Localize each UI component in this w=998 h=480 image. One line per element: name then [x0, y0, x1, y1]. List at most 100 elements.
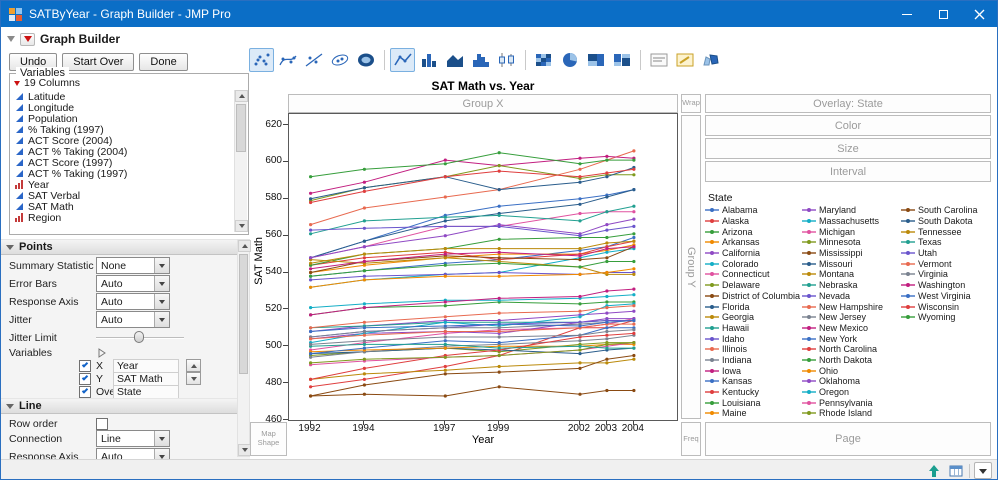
red-triangle-menu[interactable] [20, 33, 35, 46]
legend-item[interactable]: Arizona [705, 226, 800, 237]
close-button[interactable] [961, 1, 997, 27]
panel-scrollbar[interactable] [237, 239, 250, 457]
plot-area[interactable] [288, 113, 678, 421]
legend-item[interactable]: South Dakota [901, 216, 978, 227]
variable-item[interactable]: ACT Score (2004) [12, 135, 232, 146]
legend-item[interactable]: Pennsylvania [802, 397, 883, 408]
start-over-button[interactable]: Start Over [62, 53, 134, 71]
scroll-down-icon[interactable] [235, 220, 248, 232]
legend-item[interactable]: Washington [901, 280, 978, 291]
legend-item[interactable]: Georgia [705, 312, 800, 323]
group-x-zone[interactable]: Group X [288, 94, 678, 113]
line-icon[interactable] [390, 48, 415, 72]
overlay-zone[interactable]: Overlay: State [705, 94, 991, 113]
connection-dropdown[interactable]: Line [96, 430, 170, 447]
wrap-zone[interactable]: Wrap [681, 94, 701, 113]
caption-box-icon[interactable] [646, 48, 671, 72]
scrollbar-thumb[interactable] [239, 254, 248, 374]
area-icon[interactable] [442, 48, 467, 72]
legend-item[interactable]: Delaware [705, 280, 800, 291]
dropdown-button[interactable] [154, 276, 169, 291]
legend-item[interactable]: Florida [705, 301, 800, 312]
dropdown-button[interactable] [154, 258, 169, 273]
legend-item[interactable]: Alaska [705, 216, 800, 227]
freq-zone[interactable]: Freq [681, 422, 701, 456]
variable-item[interactable]: Year [12, 179, 232, 190]
variable-item[interactable]: ACT Score (1997) [12, 157, 232, 168]
legend-item[interactable]: Tennessee [901, 226, 978, 237]
dropdown-button[interactable] [154, 312, 169, 327]
legend-item[interactable]: West Virginia [901, 291, 978, 302]
treemap-icon[interactable] [583, 48, 608, 72]
legend-item[interactable]: Nevada [802, 291, 883, 302]
variable-item[interactable]: Latitude [12, 91, 232, 102]
maximize-panels-icon[interactable] [925, 462, 943, 479]
legend-item[interactable]: Utah [901, 248, 978, 259]
variable-item[interactable]: ACT % Taking (1997) [12, 168, 232, 179]
legend-item[interactable]: New Hampshire [802, 301, 883, 312]
legend-item[interactable]: Minnesota [802, 237, 883, 248]
legend-item[interactable]: Texas [901, 237, 978, 248]
map-shape-zone[interactable]: Map Shape [250, 422, 287, 456]
variable-item[interactable]: % Taking (1997) [12, 124, 232, 135]
legend-item[interactable]: Illinois [705, 344, 800, 355]
variable-item[interactable]: SAT Math [12, 201, 232, 212]
mosaic-icon[interactable] [609, 48, 634, 72]
dropdown-button[interactable] [154, 294, 169, 309]
line-panel-header[interactable]: Line [1, 398, 250, 414]
page-zone[interactable]: Page [705, 422, 991, 456]
bar-icon[interactable] [416, 48, 441, 72]
variable-item[interactable]: ACT % Taking (2004) [12, 146, 232, 157]
legend-item[interactable]: Montana [802, 269, 883, 280]
legend-item[interactable]: New Jersey [802, 312, 883, 323]
summary-statistic-dropdown[interactable]: None [96, 257, 170, 274]
row-order-checkbox[interactable] [96, 418, 108, 430]
legend-item[interactable]: Louisiana [705, 397, 800, 408]
legend-item[interactable]: District of Columbia [705, 291, 800, 302]
legend-item[interactable]: New Mexico [802, 323, 883, 334]
legend-item[interactable]: Vermont [901, 258, 978, 269]
legend-item[interactable]: Mississippi [802, 248, 883, 259]
fit-line-icon[interactable] [301, 48, 326, 72]
variables-scrollbar[interactable] [234, 90, 247, 232]
jitter-dropdown[interactable]: Auto [96, 311, 170, 328]
contour-icon[interactable] [353, 48, 378, 72]
error-bars-dropdown[interactable]: Auto [96, 275, 170, 292]
collapse-icon[interactable] [7, 36, 15, 42]
points-panel-header[interactable]: Points [1, 239, 250, 255]
points-icon[interactable] [249, 48, 274, 72]
legend-item[interactable]: California [705, 248, 800, 259]
legend-item[interactable]: Wyoming [901, 312, 978, 323]
legend-item[interactable]: Wisconsin [901, 301, 978, 312]
legend-item[interactable]: Arkansas [705, 237, 800, 248]
legend-item[interactable]: Michigan [802, 226, 883, 237]
columns-header[interactable]: 19 Columns [14, 77, 80, 89]
disclosure-triangle-icon[interactable] [98, 348, 106, 358]
variable-item[interactable]: Longitude [12, 102, 232, 113]
done-button[interactable]: Done [139, 53, 187, 71]
legend-item[interactable]: Maine [705, 408, 800, 419]
scrollbar-thumb[interactable] [236, 104, 246, 152]
legend-item[interactable]: Oregon [802, 387, 883, 398]
fit-ellipse-icon[interactable] [327, 48, 352, 72]
overlay-variable-field[interactable]: State [113, 385, 179, 399]
legend-item[interactable]: North Dakota [802, 355, 883, 366]
group-y-zone[interactable]: Group Y [681, 115, 701, 419]
pie-icon[interactable] [557, 48, 582, 72]
histogram-icon[interactable] [468, 48, 493, 72]
box-plot-icon[interactable] [494, 48, 519, 72]
legend-item[interactable]: Oklahoma [802, 376, 883, 387]
scroll-up-icon[interactable] [238, 240, 251, 252]
legend-item[interactable]: Missouri [802, 258, 883, 269]
legend-item[interactable]: Alabama [705, 205, 800, 216]
legend-item[interactable]: North Carolina [802, 344, 883, 355]
variable-item[interactable]: Population [12, 113, 232, 124]
legend-item[interactable]: Nebraska [802, 280, 883, 291]
legend-item[interactable]: Kentucky [705, 387, 800, 398]
size-zone[interactable]: Size [705, 138, 991, 159]
legend-item[interactable]: Massachusetts [802, 216, 883, 227]
legend-item[interactable]: Indiana [705, 355, 800, 366]
overlay-checkbox[interactable] [79, 386, 91, 398]
minimize-button[interactable] [889, 1, 925, 27]
smoother-icon[interactable] [275, 48, 300, 72]
